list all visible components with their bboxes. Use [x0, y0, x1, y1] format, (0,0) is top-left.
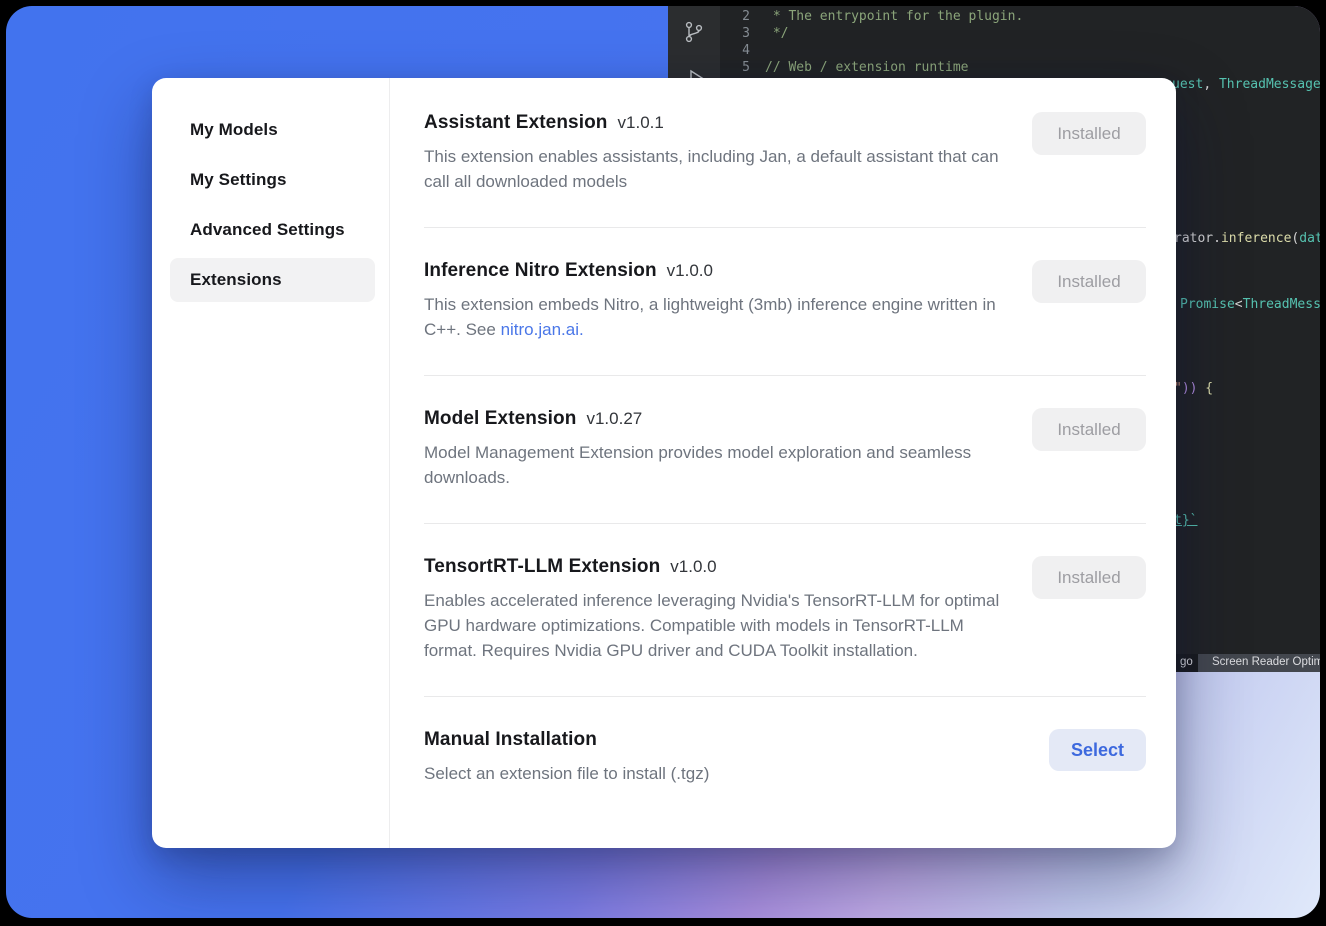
code-token: Promise — [1180, 297, 1235, 312]
extension-name: Model Extension — [424, 408, 576, 430]
installed-button[interactable]: Installed — [1032, 112, 1146, 155]
extension-info: Model Extension v1.0.27 Model Management E… — [424, 408, 1009, 490]
extension-version: v1.0.1 — [618, 113, 664, 133]
code-line: 4 — [720, 42, 1320, 59]
sidebar-item-my-settings[interactable]: My Settings — [170, 158, 375, 202]
extension-title-row: TensortRT-LLM Extension v1.0.0 — [424, 556, 1009, 578]
description-text: This extension enables assistants, inclu… — [424, 147, 999, 191]
code-line: 3 */ — [720, 25, 1320, 42]
app-window: 2 * The entrypoint for the plugin.3 */45… — [6, 6, 1320, 918]
code-token: */ — [765, 26, 788, 41]
code-fragment: rator.inference(data)); — [1174, 230, 1320, 247]
extension-row: Model Extension v1.0.27 Model Management E… — [424, 408, 1146, 490]
divider — [424, 523, 1146, 524]
extension-info: Assistant Extension v1.0.1 This extension … — [424, 112, 1009, 194]
extension-description: This extension embeds Nitro, a lightweig… — [424, 292, 1009, 342]
code-line: 5 // Web / extension runtime — [720, 59, 1320, 76]
select-button[interactable]: Select — [1049, 729, 1146, 771]
source-control-icon[interactable] — [682, 20, 706, 44]
extension-description: Select an extension file to install (.tg… — [424, 761, 709, 786]
extension-title-row: Model Extension v1.0.27 — [424, 408, 1009, 430]
extension-name: Inference Nitro Extension — [424, 260, 657, 282]
code-line: 2 * The entrypoint for the plugin. — [720, 8, 1320, 25]
extension-row: Manual Installation Select an extension f… — [424, 729, 1146, 786]
code-text: // Web / extension runtime — [765, 59, 969, 76]
sidebar-item-label: My Settings — [190, 170, 287, 190]
extension-description: This extension enables assistants, inclu… — [424, 144, 1009, 194]
sidebar-item-extensions[interactable]: Extensions — [170, 258, 375, 302]
code-fragment: t}` — [1174, 512, 1197, 529]
code-text: * The entrypoint for the plugin. — [765, 8, 1023, 25]
extension-name: Assistant Extension — [424, 112, 608, 134]
line-number: 5 — [728, 59, 750, 76]
settings-modal: My Models My Settings Advanced Settings Ext… — [152, 78, 1176, 848]
installed-button[interactable]: Installed — [1032, 556, 1146, 599]
code-token: )) — [1182, 381, 1198, 396]
installed-button[interactable]: Installed — [1032, 408, 1146, 451]
extension-info: Inference Nitro Extension v1.0.0 This exte… — [424, 260, 1009, 342]
description-text: Enables accelerated inference leveraging… — [424, 591, 999, 660]
code-token: inference — [1221, 231, 1291, 246]
status-left-label: go — [1180, 656, 1193, 668]
code-token: // Web / extension runtime — [765, 60, 969, 75]
code-token: rator. — [1174, 231, 1221, 246]
sidebar-item-label: Extensions — [190, 270, 282, 290]
divider — [424, 227, 1146, 228]
extension-title-row: Assistant Extension v1.0.1 — [424, 112, 1009, 134]
extension-version: v1.0.0 — [667, 261, 713, 281]
line-number: 4 — [728, 42, 750, 59]
extension-description: Enables accelerated inference leveraging… — [424, 588, 1009, 663]
divider — [424, 375, 1146, 376]
code-token: , — [1203, 77, 1219, 92]
code-fragment: Promise<ThreadMessage> — [1180, 296, 1320, 313]
code-token: ThreadMessage — [1219, 77, 1320, 92]
code-text: */ — [765, 25, 788, 42]
extension-row: Assistant Extension v1.0.1 This extension … — [424, 112, 1146, 194]
extension-info: Manual Installation Select an extension f… — [424, 729, 709, 786]
code-fragment: ")) { — [1174, 380, 1213, 397]
description-text: Select an extension file to install (.tg… — [424, 764, 709, 783]
extension-version: v1.0.0 — [670, 557, 716, 577]
extension-name: Manual Installation — [424, 729, 597, 751]
line-number: 3 — [728, 25, 750, 42]
sidebar-item-label: My Models — [190, 120, 278, 140]
sidebar-item-my-models[interactable]: My Models — [170, 108, 375, 152]
code-token: < — [1235, 297, 1243, 312]
code-token: ThreadMessage — [1243, 297, 1320, 312]
code-token: { — [1197, 381, 1213, 396]
settings-sidebar: My Models My Settings Advanced Settings Ext… — [152, 78, 390, 848]
extension-version: v1.0.27 — [586, 409, 642, 429]
installed-button[interactable]: Installed — [1032, 260, 1146, 303]
sidebar-item-advanced-settings[interactable]: Advanced Settings — [170, 208, 375, 252]
code-token: data — [1299, 231, 1320, 246]
line-number: 2 — [728, 8, 750, 25]
code-token: * The entrypoint for the plugin. — [765, 9, 1023, 24]
extension-link[interactable]: nitro.jan.ai. — [501, 320, 584, 339]
sidebar-item-label: Advanced Settings — [190, 220, 345, 240]
extension-description: Model Management Extension provides mode… — [424, 440, 1009, 490]
extension-title-row: Manual Installation — [424, 729, 709, 751]
extension-title-row: Inference Nitro Extension v1.0.0 — [424, 260, 1009, 282]
extension-info: TensortRT-LLM Extension v1.0.0 Enables acc… — [424, 556, 1009, 663]
code-token: t}` — [1174, 513, 1197, 528]
screen-reader-status[interactable]: Screen Reader Optimize — [1198, 654, 1320, 672]
extension-row: Inference Nitro Extension v1.0.0 This exte… — [424, 260, 1146, 342]
extension-row: TensortRT-LLM Extension v1.0.0 Enables acc… — [424, 556, 1146, 663]
extension-name: TensortRT-LLM Extension — [424, 556, 660, 578]
description-text: Model Management Extension provides mode… — [424, 443, 971, 487]
extensions-panel: Assistant Extension v1.0.1 This extension … — [390, 78, 1176, 848]
divider — [424, 696, 1146, 697]
